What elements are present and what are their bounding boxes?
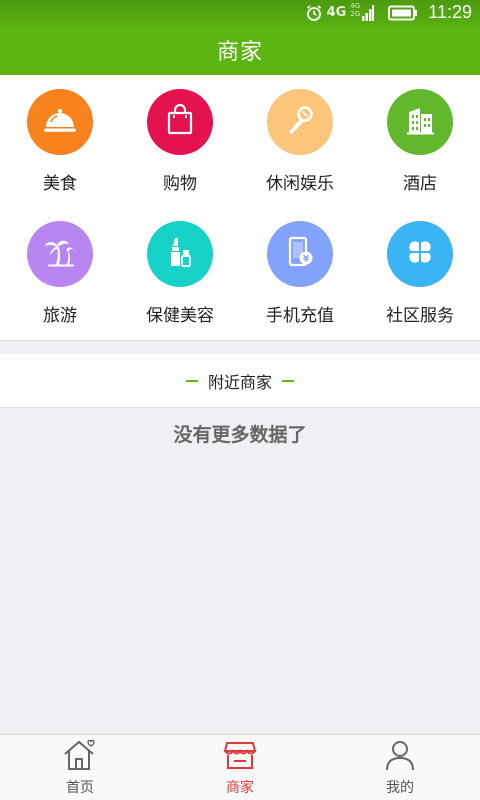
shopping-bag-icon bbox=[162, 102, 198, 142]
category-phone-recharge-circle: ¥ bbox=[267, 221, 333, 287]
svg-text:¥: ¥ bbox=[303, 255, 310, 265]
header-dash-left bbox=[185, 379, 198, 382]
nav-home-label: 首页 bbox=[66, 780, 94, 796]
nearby-merchants-title: 附近商家 bbox=[207, 372, 272, 392]
category-shopping-circle bbox=[147, 89, 213, 155]
status-bar: 4G 4G 2G 11:29 bbox=[0, 0, 480, 25]
home-icon bbox=[62, 739, 98, 775]
category-label: 美食 bbox=[43, 174, 77, 194]
category-community-service[interactable]: 社区服务 bbox=[360, 207, 480, 327]
category-travel-circle bbox=[27, 221, 93, 287]
nav-profile-label: 我的 bbox=[386, 780, 414, 796]
microphone-icon bbox=[280, 100, 320, 144]
nearby-merchants-header: 附近商家 bbox=[0, 354, 480, 408]
battery-icon bbox=[388, 5, 418, 21]
nav-profile[interactable]: 我的 bbox=[320, 735, 480, 800]
nav-merchants[interactable]: 商家 bbox=[160, 735, 320, 800]
hotel-building-icon bbox=[400, 100, 440, 144]
four-leaf-icon bbox=[400, 232, 440, 276]
category-food-circle bbox=[27, 89, 93, 155]
person-icon bbox=[382, 739, 418, 775]
network-small-bottom: 2G bbox=[350, 9, 361, 18]
category-label: 购物 bbox=[163, 174, 197, 194]
lipstick-icon bbox=[160, 232, 200, 276]
category-entertainment-circle bbox=[267, 89, 333, 155]
palm-tree-icon bbox=[40, 232, 80, 276]
category-community-service-circle bbox=[387, 221, 453, 287]
page-title: 商家 bbox=[216, 40, 263, 65]
nav-home[interactable]: 首页 bbox=[0, 735, 160, 800]
status-time: 11:29 bbox=[428, 2, 472, 22]
category-shopping[interactable]: 购物 bbox=[120, 75, 240, 195]
category-hotel[interactable]: 酒店 bbox=[360, 75, 480, 195]
network-type: 4G bbox=[326, 5, 347, 20]
category-label: 保健美容 bbox=[146, 306, 214, 326]
nav-merchants-label: 商家 bbox=[226, 780, 254, 796]
category-label: 休闲娱乐 bbox=[266, 174, 334, 194]
bottom-nav: 首页 商家 我的 bbox=[0, 734, 480, 800]
category-label: 酒店 bbox=[403, 174, 437, 194]
category-hotel-circle bbox=[387, 89, 453, 155]
category-grid: 美食 购物 休闲娱乐 酒店 旅游 保健美容 ¥ 手机充值 社区服务 bbox=[0, 75, 480, 341]
category-phone-recharge[interactable]: ¥ 手机充值 bbox=[240, 207, 360, 327]
category-label: 手机充值 bbox=[266, 306, 334, 326]
category-travel[interactable]: 旅游 bbox=[0, 207, 120, 327]
no-more-data-message: 没有更多数据了 bbox=[173, 424, 307, 446]
network-small-top: 4G bbox=[350, 1, 361, 10]
category-beauty[interactable]: 保健美容 bbox=[120, 207, 240, 327]
category-label: 社区服务 bbox=[386, 306, 454, 326]
shop-icon bbox=[222, 739, 258, 775]
category-food[interactable]: 美食 bbox=[0, 75, 120, 195]
phone-recharge-icon: ¥ bbox=[280, 232, 320, 276]
header-dash-right bbox=[282, 379, 294, 382]
category-entertainment[interactable]: 休闲娱乐 bbox=[240, 75, 360, 195]
title-bar: 商家 bbox=[0, 25, 480, 75]
category-label: 旅游 bbox=[43, 306, 77, 326]
category-beauty-circle bbox=[147, 221, 213, 287]
food-cloche-icon bbox=[40, 100, 80, 144]
signal-icon: 4G 2G bbox=[350, 1, 375, 22]
alarm-icon bbox=[305, 4, 323, 22]
